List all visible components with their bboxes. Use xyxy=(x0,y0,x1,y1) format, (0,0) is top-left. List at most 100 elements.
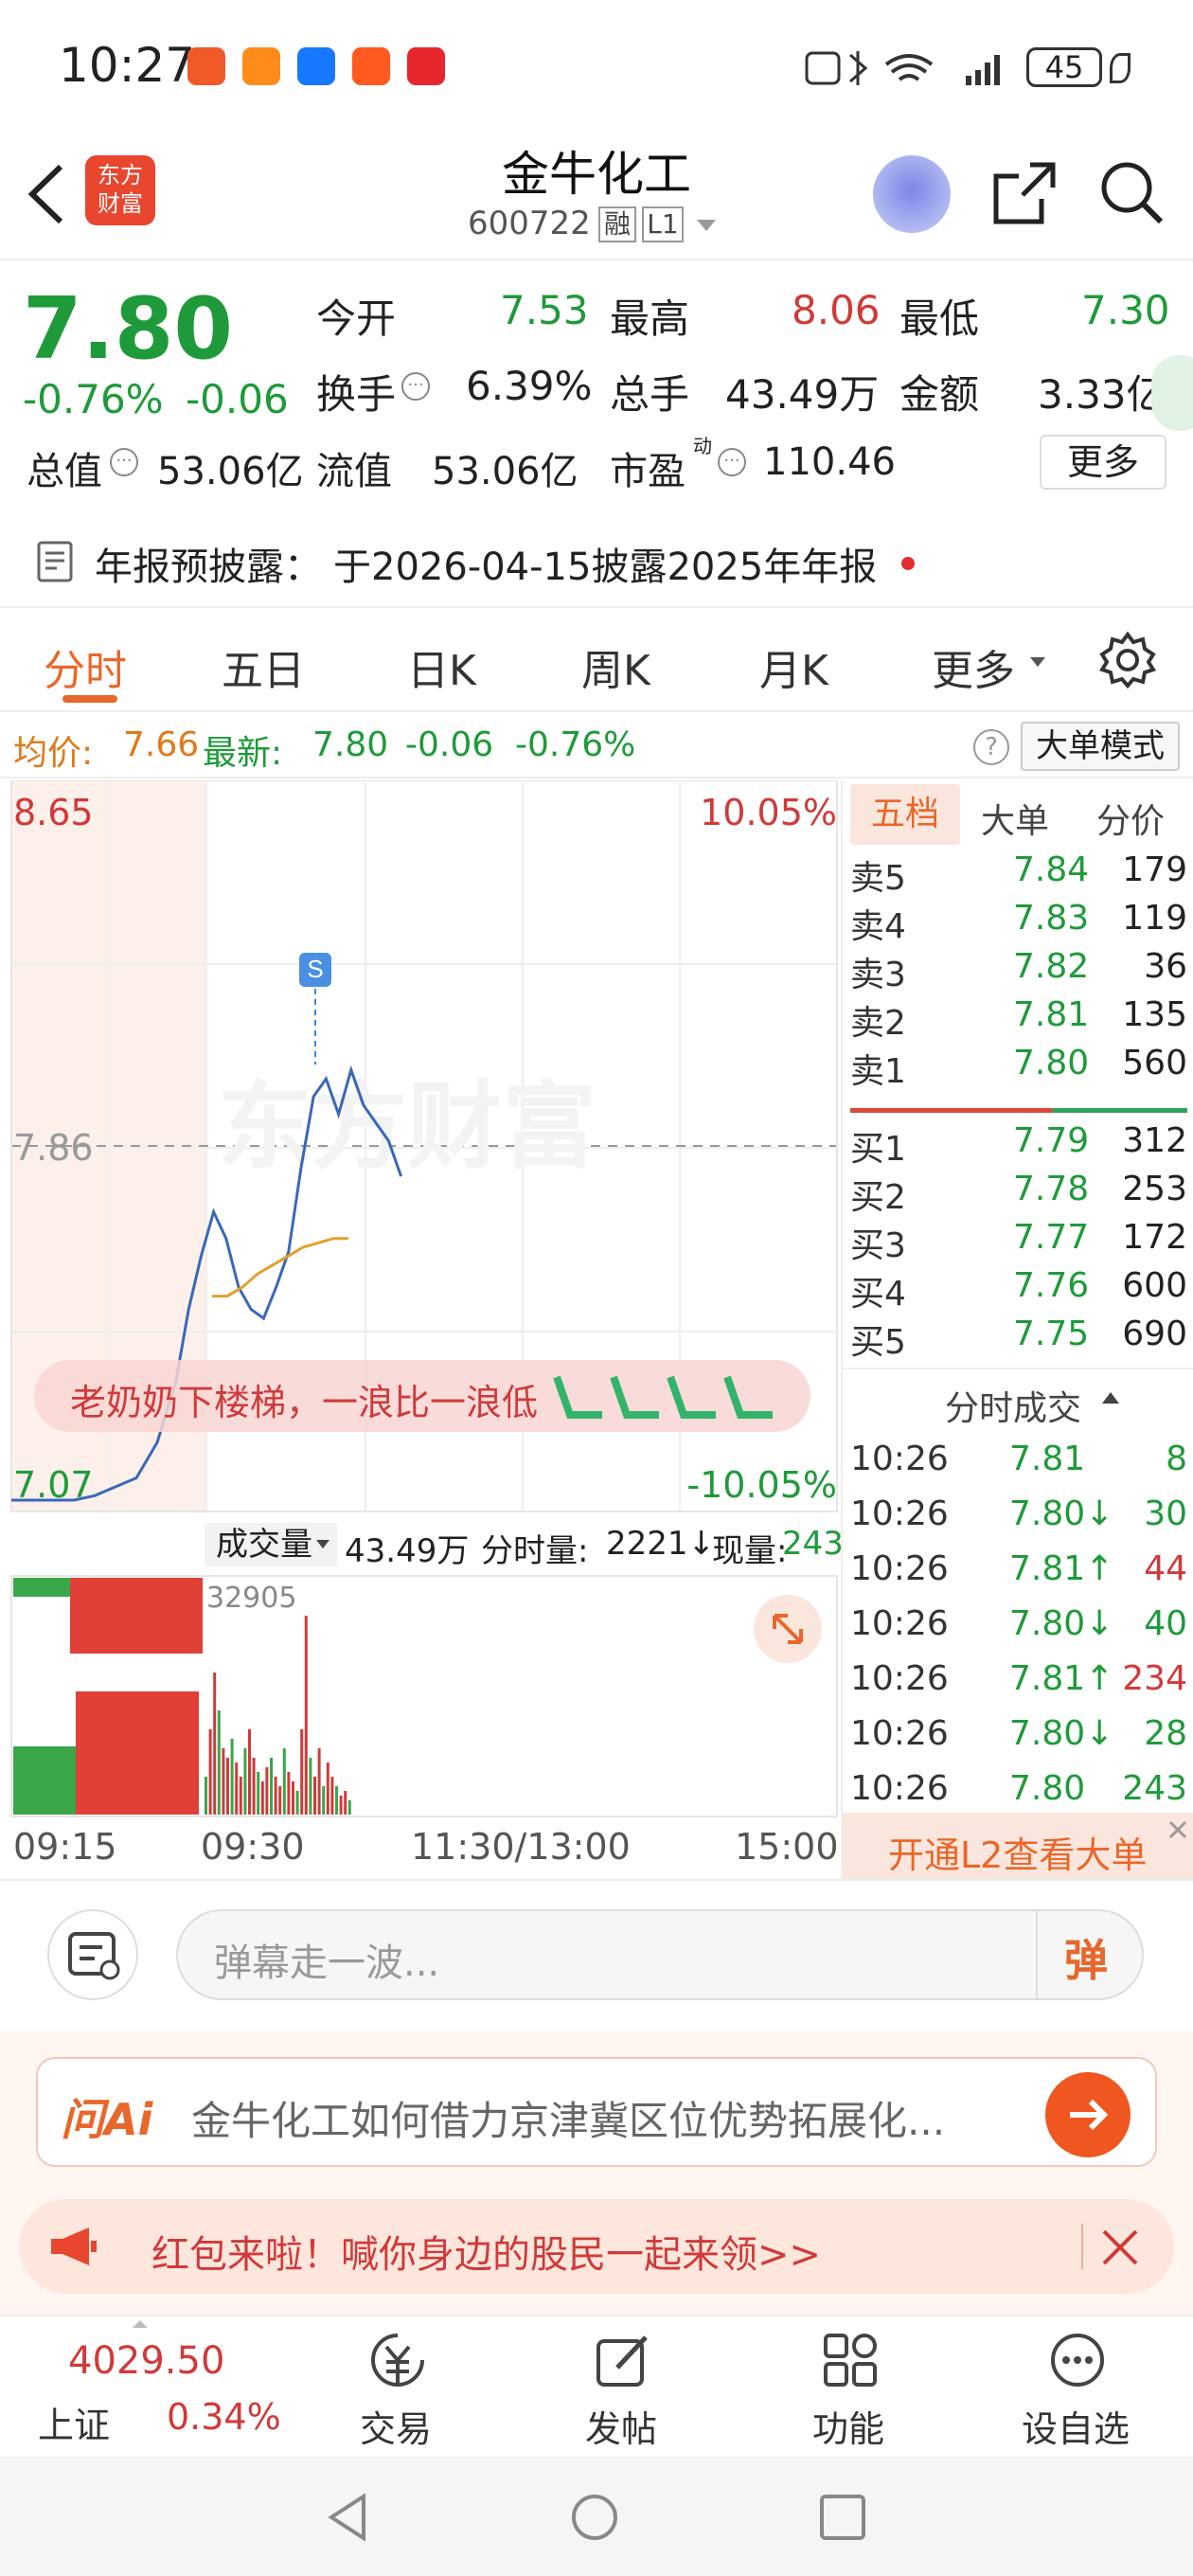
big-order-mode-button[interactable]: 大单模式 xyxy=(1021,722,1180,771)
volume-bar xyxy=(304,1616,308,1815)
bid-row[interactable]: 买2 7.78 253 xyxy=(843,1166,1193,1217)
ask-row[interactable]: 卖3 7.82 36 xyxy=(843,943,1193,994)
tick-volume: 30 xyxy=(1144,1494,1187,1533)
trade-tick-row[interactable]: 10:26 7.80↓ 30 xyxy=(843,1491,1193,1540)
tab-more[interactable]: 更多 xyxy=(932,636,1015,697)
tab-weekly-k[interactable]: 周K xyxy=(581,636,650,697)
promo-bar[interactable]: 红包来啦！喊你身边的股民一起来领>> xyxy=(0,2173,1193,2315)
bid-label: 买5 xyxy=(850,1323,906,1362)
bid-price: 7.77 xyxy=(1013,1218,1090,1257)
l2-promo[interactable]: 开通L2查看大单 xyxy=(843,1813,1193,1879)
open-value: 7.53 xyxy=(500,287,589,333)
trade-tick-row[interactable]: 10:26 7.80↓ 28 xyxy=(843,1710,1193,1760)
expand-icon[interactable] xyxy=(754,1595,822,1663)
recents-square-icon[interactable] xyxy=(816,2491,869,2544)
tab-monthly-k[interactable]: 月K xyxy=(759,636,828,697)
back-triangle-icon[interactable] xyxy=(322,2491,375,2544)
vol-total: 43.49万 xyxy=(345,1532,470,1570)
ask-price: 7.84 xyxy=(1013,850,1090,889)
ask-row[interactable]: 卖4 7.83 119 xyxy=(843,895,1193,946)
ai-send-button[interactable] xyxy=(1045,2072,1131,2157)
nav-post[interactable]: 发帖 xyxy=(536,2317,706,2459)
chevron-down-icon[interactable] xyxy=(697,220,716,231)
volume-bar xyxy=(278,1786,282,1815)
promo-pill[interactable]: 红包来啦！喊你身边的股民一起来领>> xyxy=(19,2199,1174,2294)
volume-bar xyxy=(265,1767,269,1815)
home-circle-icon[interactable] xyxy=(568,2491,621,2544)
side-bubble[interactable] xyxy=(1151,355,1193,431)
trade-tick-row[interactable]: 10:26 7.81 8 xyxy=(843,1436,1193,1485)
nav-watchlist[interactable]: 设自选 xyxy=(990,2317,1161,2459)
robot-avatar-icon[interactable] xyxy=(873,155,951,233)
ask-row[interactable]: 卖2 7.81 135 xyxy=(843,992,1193,1043)
nav-trade[interactable]: 交易 xyxy=(311,2317,481,2459)
close-icon[interactable] xyxy=(1096,2224,1144,2271)
info-icon[interactable]: ··· xyxy=(401,372,430,401)
ask-label: 卖5 xyxy=(850,859,906,898)
tick-time: 10:26 xyxy=(850,1714,949,1753)
danmu-send-button[interactable]: 弹 xyxy=(1064,1926,1108,1989)
trade-tick-row[interactable]: 10:26 7.80↓ 40 xyxy=(843,1601,1193,1650)
volume-bar xyxy=(222,1748,225,1815)
notice-bar[interactable]: 年报预披露： 于2026-04-15披露2025年年报 xyxy=(0,511,1193,606)
danmu-input[interactable]: 弹幕走一波... 弹 xyxy=(176,1909,1144,2000)
tab-big-order[interactable]: 大单 xyxy=(981,794,1049,843)
quote-panel: 7.80 -0.76% -0.06 今开 7.53 最高 8.06 最低 7.3… xyxy=(0,260,1193,493)
latest-change-pct: -0.76% xyxy=(515,725,636,764)
volume-bar xyxy=(309,1758,312,1815)
tab-five-day[interactable]: 五日 xyxy=(222,636,305,697)
bid-row[interactable]: 买5 7.75 690 xyxy=(843,1311,1193,1362)
info-icon[interactable]: ··· xyxy=(718,448,746,476)
ai-question-card[interactable]: 问Ai 金牛化工如何借力京津冀区位优势拓展化... xyxy=(36,2057,1157,2167)
close-icon[interactable] xyxy=(1165,1816,1191,1843)
ask-row[interactable]: 卖5 7.84 179 xyxy=(843,847,1193,898)
nav-functions[interactable]: 功能 xyxy=(763,2317,934,2459)
stock-code: 600722 xyxy=(468,205,591,242)
notice-text: 于2026-04-15披露2025年年报 xyxy=(333,546,878,589)
tab-intraday[interactable]: 分时 xyxy=(44,636,127,697)
bid-volume: 253 xyxy=(1122,1170,1187,1208)
l2-button[interactable]: 开通L2查看大单 xyxy=(888,1826,1147,1878)
bid-row[interactable]: 买3 7.77 172 xyxy=(843,1214,1193,1265)
ask-volume: 119 xyxy=(1122,899,1187,938)
grid-apps-icon xyxy=(824,2334,877,2387)
vol-now: 243 xyxy=(782,1525,844,1563)
volume-bar xyxy=(270,1758,273,1815)
margin-badge: 融 xyxy=(598,206,636,242)
latest-label: 最新: xyxy=(203,734,283,773)
caret-up-icon[interactable] xyxy=(1102,1392,1119,1404)
time-tick-0930: 09:30 xyxy=(201,1826,305,1868)
gear-icon[interactable] xyxy=(1098,631,1157,689)
caret-up-icon[interactable] xyxy=(133,2320,148,2328)
trade-tick-row[interactable]: 10:26 7.81↑ 234 xyxy=(843,1655,1193,1705)
bid-row[interactable]: 买4 7.76 600 xyxy=(843,1262,1193,1314)
bid-price: 7.78 xyxy=(1013,1170,1090,1208)
share-icon[interactable] xyxy=(988,157,1060,229)
bid-row[interactable]: 买1 7.79 312 xyxy=(843,1118,1193,1169)
help-icon[interactable]: ? xyxy=(973,729,1009,765)
ask-row[interactable]: 卖1 7.80 560 xyxy=(843,1040,1193,1091)
search-icon[interactable] xyxy=(1096,157,1168,229)
trade-tick-row[interactable]: 10:26 7.80 243 xyxy=(843,1765,1193,1815)
more-button[interactable]: 更多 xyxy=(1040,435,1166,490)
ask-label: 卖2 xyxy=(850,1004,906,1043)
danmu-toggle[interactable] xyxy=(47,1909,138,2000)
y-high: 8.65 xyxy=(13,792,94,833)
volume-bar xyxy=(252,1758,256,1815)
leaf-icon xyxy=(1110,53,1131,83)
tab-five-level[interactable]: 五档 xyxy=(850,784,960,845)
status-icons xyxy=(805,51,1000,85)
app-icon-5 xyxy=(407,47,445,85)
latest-change: -0.06 xyxy=(405,725,494,764)
trade-tick-row[interactable]: 10:26 7.81↑ 44 xyxy=(843,1546,1193,1595)
pattern-banner[interactable]: 老奶奶下楼梯，一浪比一浪低 xyxy=(34,1360,810,1432)
info-icon[interactable]: ··· xyxy=(110,448,138,476)
index-value[interactable]: 4029.50 xyxy=(68,2339,224,2383)
intraday-chart[interactable]: 东方财富 S 8.65 7.86 7.07 10.05% -10.05% 老奶奶… xyxy=(0,780,844,1879)
tab-price-dist[interactable]: 分价 xyxy=(1096,794,1165,843)
time-tick-1500: 15:00 xyxy=(735,1826,839,1868)
volume-bar xyxy=(235,1762,239,1815)
status-time: 10:27 xyxy=(59,38,196,93)
tab-daily-k[interactable]: 日K xyxy=(407,636,476,697)
ai-question-bar: 问Ai 金牛化工如何借力京津冀区位优势拓展化... xyxy=(0,2030,1193,2173)
